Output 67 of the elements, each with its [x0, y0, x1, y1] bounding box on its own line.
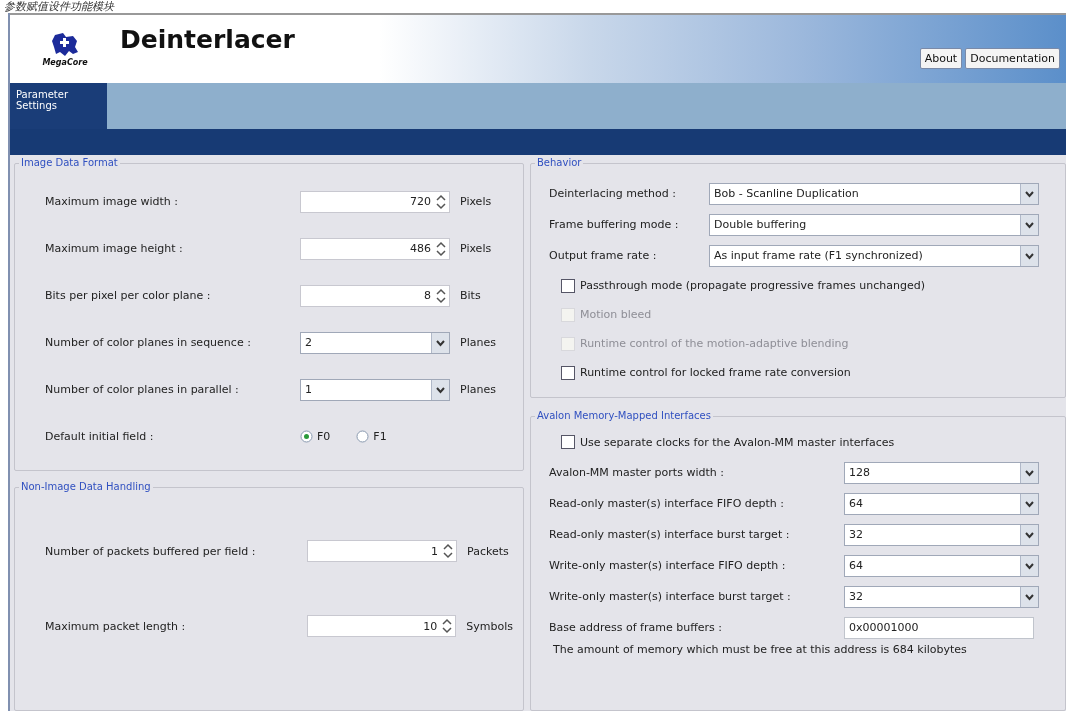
dropdown[interactable]: 32	[844, 523, 1039, 546]
field-label: Write-only master(s) interface FIFO depth :	[549, 559, 787, 572]
checkbox-option[interactable]: Use separate clocks for the Avalon-MM master interfaces	[549, 427, 1055, 457]
group-title: Image Data Format	[19, 157, 120, 168]
field-label: Number of packets buffered per field :	[45, 544, 257, 558]
dropdown[interactable]: 64	[844, 554, 1039, 577]
number-field[interactable]: 486	[300, 237, 450, 260]
dropdown[interactable]: 32	[844, 585, 1039, 608]
number-field[interactable]: 10	[307, 615, 457, 637]
field-label: Read-only master(s) interface FIFO depth :	[549, 497, 785, 510]
unit-label: Pixels	[460, 242, 492, 255]
number-field[interactable]: 1	[307, 540, 457, 562]
dropdown[interactable]: 64	[844, 492, 1039, 515]
checkbox-option[interactable]: Passthrough mode (propagate progressive frames unchanged)	[549, 271, 1055, 300]
unit-label: Planes	[460, 383, 496, 396]
radio-option[interactable]: F1	[356, 430, 387, 443]
spinner-arrows-icon[interactable]	[442, 543, 454, 559]
group-title: Avalon Memory-Mapped Interfaces	[535, 410, 713, 421]
group-title: Non-Image Data Handling	[19, 481, 153, 492]
header-button[interactable]: Documentation	[965, 47, 1060, 69]
number-field[interactable]: 8	[300, 284, 450, 307]
window-title: Deinterlacer	[120, 24, 295, 54]
field-label: Deinterlacing method :	[549, 187, 677, 200]
field-label: Maximum image width :	[45, 195, 179, 208]
header-button[interactable]: About	[919, 47, 963, 69]
field-label: Maximum image height :	[45, 242, 184, 255]
dropdown[interactable]: Bob - Scanline Duplication	[709, 182, 1039, 205]
radio-option[interactable]: F0	[300, 430, 331, 443]
radio-button[interactable]	[300, 430, 313, 443]
field-label: Default initial field :	[45, 430, 155, 443]
unit-label: Planes	[460, 336, 496, 349]
spinner-arrows-icon[interactable]	[435, 240, 447, 257]
logo-icon	[51, 31, 79, 58]
field-label: Base address of frame buffers :	[549, 621, 723, 634]
field-label: Avalon-MM master ports width :	[549, 466, 725, 479]
spinner-arrows-icon[interactable]	[435, 193, 447, 210]
spinner-arrows-icon[interactable]	[441, 618, 454, 634]
radio-button[interactable]	[356, 430, 370, 443]
checkbox[interactable]	[561, 278, 575, 293]
dropdown[interactable]: 128	[844, 461, 1039, 484]
checkbox[interactable]	[561, 365, 575, 380]
field-label: Frame buffering mode :	[549, 218, 680, 231]
field-label: Write-only master(s) interface burst target :	[549, 590, 792, 603]
group-title: Behavior	[535, 157, 584, 168]
field-label: Bits per pixel per color plane :	[45, 289, 212, 302]
number-field[interactable]: 720	[300, 190, 450, 213]
field-label: Maximum packet length :	[45, 619, 187, 633]
spinner-arrows-icon[interactable]	[435, 287, 447, 304]
dropdown[interactable]: 1	[300, 378, 450, 401]
field-label: Read-only master(s) interface burst target :	[549, 528, 791, 541]
unit-label: Bits	[460, 289, 481, 302]
text-field[interactable]: 0x00001000	[844, 616, 1034, 639]
dropdown[interactable]: Double buffering	[709, 213, 1039, 236]
dropdown[interactable]: 2	[300, 331, 450, 354]
memory-note: The amount of memory which must be free at this address is 684 kilobytes	[552, 643, 967, 656]
unit-label: Pixels	[460, 195, 492, 208]
checkbox[interactable]	[561, 435, 575, 449]
field-label: Number of color planes in parallel :	[45, 383, 240, 396]
checkbox-option[interactable]: Runtime control for locked frame rate conversion	[549, 358, 1055, 387]
field-label: Output frame rate :	[549, 249, 658, 262]
field-label: Number of color planes in sequence :	[45, 336, 252, 349]
tab[interactable]: Parameter Settings	[10, 83, 107, 129]
unit-label: Packets	[467, 544, 509, 558]
unit-label: Symbols	[466, 619, 513, 633]
dropdown[interactable]: As input frame rate (F1 synchronized)	[709, 244, 1039, 267]
logo-text: MegaCore	[42, 57, 88, 67]
caption-text: 参数赋值设件功能模块	[3, 0, 116, 13]
